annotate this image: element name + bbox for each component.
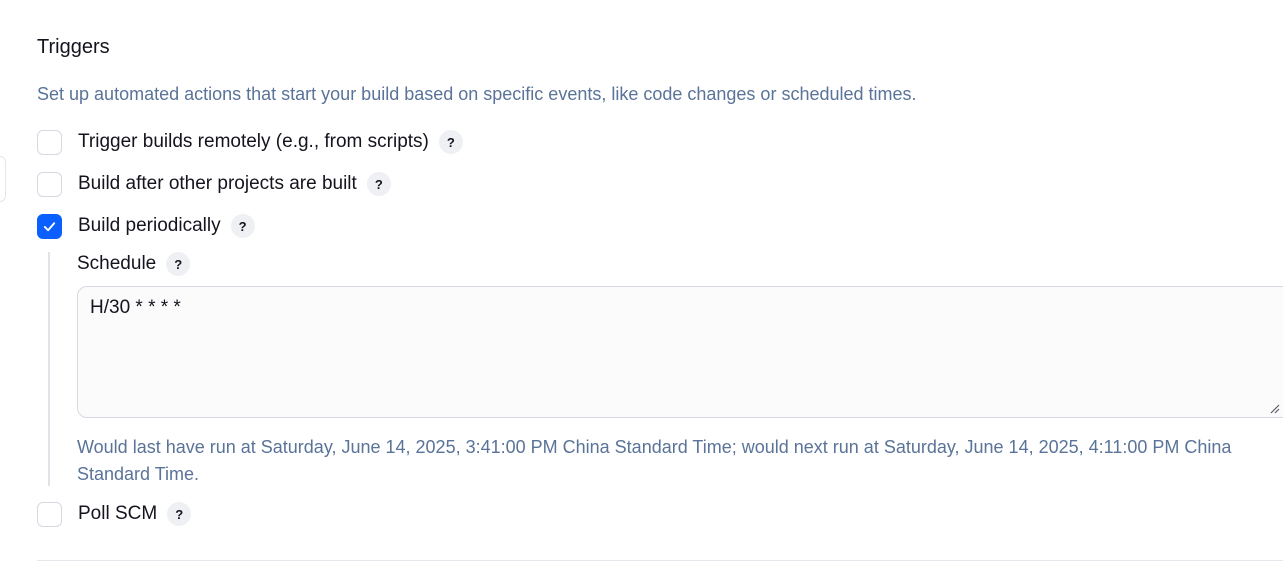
resize-grip-icon[interactable] <box>1268 402 1280 414</box>
option-poll-scm: Poll SCM ? <box>37 500 192 528</box>
option-build-periodically: Build periodically ? <box>37 212 255 240</box>
option-build-after-other-projects: Build after other projects are built ? <box>37 170 391 198</box>
poll-scm-label[interactable]: Poll SCM <box>78 502 157 526</box>
option-trigger-remotely: Trigger builds remotely (e.g., from scri… <box>37 128 463 156</box>
section-title: Triggers <box>37 36 110 58</box>
help-icon[interactable]: ? <box>167 502 192 526</box>
build-periodically-label[interactable]: Build periodically <box>78 214 221 238</box>
help-icon[interactable]: ? <box>366 172 391 196</box>
section-description: Set up automated actions that start your… <box>37 84 917 104</box>
triggers-panel: Triggers Set up automated actions that s… <box>0 0 1283 563</box>
help-icon[interactable]: ? <box>438 130 463 154</box>
help-icon[interactable]: ? <box>166 252 191 276</box>
nested-section-indicator <box>48 252 50 486</box>
help-icon[interactable]: ? <box>230 214 255 238</box>
section-divider <box>37 560 1283 561</box>
build-after-other-projects-checkbox[interactable] <box>37 171 62 197</box>
sidebar-edge <box>0 156 6 202</box>
trigger-remotely-checkbox[interactable] <box>37 129 62 155</box>
schedule-textarea[interactable] <box>77 286 1283 418</box>
trigger-remotely-label[interactable]: Trigger builds remotely (e.g., from scri… <box>78 130 429 154</box>
poll-scm-checkbox[interactable] <box>37 501 62 527</box>
schedule-run-info: Would last have run at Saturday, June 14… <box>77 437 1232 484</box>
build-after-other-projects-label[interactable]: Build after other projects are built <box>78 172 357 196</box>
schedule-label: Schedule <box>77 253 157 274</box>
schedule-label-row: Schedule ? <box>77 251 191 277</box>
build-periodically-checkbox[interactable] <box>37 213 62 239</box>
checkmark-icon <box>43 221 56 231</box>
